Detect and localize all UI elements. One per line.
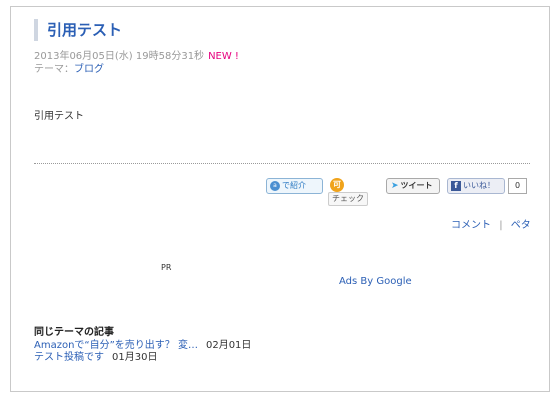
actions-separator: | <box>499 220 503 231</box>
like-count: 0 <box>508 178 527 194</box>
article-theme: テーマ：ブログ <box>34 63 104 76</box>
article-frame: 引用テスト 2013年06月05日(水) 19時58分31秒 NEW ! テーマ：… <box>10 6 550 392</box>
ads-by-google-link[interactable]: Ads By Google <box>339 276 412 287</box>
facebook-icon: f <box>451 181 461 191</box>
mixi-check-button[interactable]: 可チェック <box>328 178 378 206</box>
related-item-date: 01月30日 <box>112 352 158 363</box>
pr-label: PR <box>161 263 172 272</box>
list-item: Amazonで“自分”を売り出す？ 変… 02月01日 <box>34 340 251 352</box>
related-item-link[interactable]: Amazonで“自分”を売り出す？ 変… <box>34 340 198 351</box>
divider <box>34 163 530 164</box>
check-icon: 可 <box>330 178 344 192</box>
related-item-date: 02月01日 <box>205 340 252 351</box>
list-item: テスト投稿です 01月30日 <box>34 352 251 364</box>
theme-link[interactable]: ブログ <box>74 64 104 75</box>
article-title[interactable]: 引用テスト <box>34 19 122 41</box>
theme-label: テーマ： <box>34 64 74 75</box>
article-date: 2013年06月05日(水) 19時58分31秒 NEW ! <box>34 50 239 63</box>
ameba-icon: a <box>270 181 280 191</box>
article-actions: コメント | ペタ <box>451 216 531 231</box>
mixi-check-label: チェック <box>328 192 368 206</box>
related-item-link[interactable]: テスト投稿です <box>34 352 104 363</box>
tweet-button[interactable]: ➤ ツイート <box>386 178 440 194</box>
related-list: Amazonで“自分”を売り出す？ 変… 02月01日 テスト投稿です 01月30日 <box>34 340 251 364</box>
like-label: いいね！ <box>463 181 495 190</box>
tweet-label: ツイート <box>400 181 433 190</box>
share-ameba-button[interactable]: a で紹介 <box>266 178 323 194</box>
date-text: 2013年06月05日(水) 19時58分31秒 <box>34 51 205 62</box>
article-body: 引用テスト <box>34 111 84 122</box>
peta-link[interactable]: ペタ <box>511 220 531 231</box>
new-badge: NEW ! <box>208 51 239 62</box>
facebook-like-button[interactable]: f いいね！ <box>447 178 505 194</box>
twitter-bird-icon: ➤ <box>391 181 399 191</box>
comment-link[interactable]: コメント <box>451 220 491 231</box>
related-heading: 同じテーマの記事 <box>34 327 114 338</box>
share-ameba-label: で紹介 <box>282 181 306 190</box>
